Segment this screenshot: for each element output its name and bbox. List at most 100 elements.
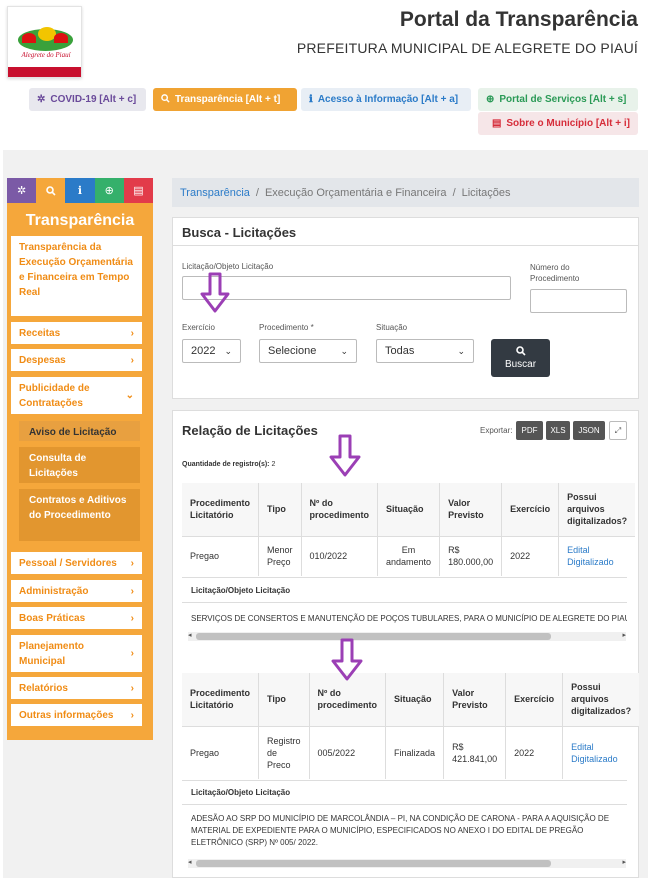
id-card-icon: ▤	[491, 118, 502, 129]
sidebar-subitem-contratos-aditivos[interactable]: Contratos e Aditivos do Procedimento	[19, 489, 140, 541]
cell-numero: 005/2022	[308, 725, 386, 779]
sidebar-subitem-consulta-licitacoes[interactable]: Consulta de Licitações	[19, 447, 140, 483]
edital-digitalizado-link[interactable]: Edital Digitalizado	[562, 725, 640, 779]
transparencia-nav-button[interactable]: Transparência [Alt + t]	[153, 88, 297, 111]
chevron-right-icon: ›	[130, 354, 134, 366]
sidebar-subitem-label: Aviso de Licitação	[29, 427, 117, 438]
chevron-right-icon: ›	[130, 557, 134, 569]
divider	[182, 780, 627, 781]
column-header: Possui arquivos digitalizados?	[558, 483, 636, 536]
scrollbar-thumb[interactable]	[196, 633, 551, 640]
chevron-right-icon: ›	[130, 585, 134, 597]
situacao-value: Todas	[385, 345, 415, 357]
horizontal-scrollbar[interactable]: ◂ ▸	[188, 859, 626, 868]
chevron-down-icon: ⌄	[125, 390, 134, 401]
sidebar-item-execucao-tempo-real[interactable]: Transparência da Execução Orçamentária e…	[11, 236, 142, 316]
sidebar-item-outras-informacoes[interactable]: Outras informações ›	[11, 704, 142, 726]
export-json-button[interactable]: JSON	[573, 421, 605, 440]
procedimento-select[interactable]: Selecione ⌄	[259, 339, 357, 363]
sidebar-title: Transparência	[25, 212, 135, 229]
scroll-right-icon[interactable]: ▸	[622, 858, 626, 866]
sobre-nav-label: Sobre o Município [Alt + i]	[506, 118, 630, 129]
results-card	[172, 410, 639, 878]
sidebar-item-label: Receitas	[19, 327, 61, 339]
globe-icon[interactable]: ⊕	[94, 178, 124, 203]
sidebar-item-planejamento-municipal[interactable]: Planejamento Municipal ›	[11, 635, 142, 672]
sidebar-item-publicidade-contratacoes[interactable]: Publicidade de Contratações ⌄	[11, 377, 142, 414]
scroll-right-icon[interactable]: ▸	[622, 631, 626, 639]
column-header: Situação	[377, 483, 440, 536]
sidebar-item-label: Pessoal / Servidores	[19, 557, 117, 569]
id-card-icon[interactable]: ▤	[123, 178, 154, 203]
portal-subtitle: PREFEITURA MUNICIPAL DE ALEGRETE DO PIAU…	[296, 40, 638, 56]
chevron-down-icon: ⌄	[457, 345, 465, 356]
annotation-down-arrow-icon	[329, 434, 361, 477]
column-header: Exercício	[501, 483, 559, 536]
sidebar-item-pessoal-servidores[interactable]: Pessoal / Servidores ›	[11, 552, 142, 574]
sobre-municipio-nav-button[interactable]: ▤ Sobre o Município [Alt + i]	[478, 112, 638, 135]
cell-situacao: Finalizada	[385, 725, 444, 779]
column-header: Tipo	[258, 483, 302, 536]
table-header-row: Procedimento Licitatório Tipo Nº do proc…	[182, 673, 640, 726]
municipality-logo[interactable]: Alegrete do Piauí	[7, 6, 82, 78]
horizontal-scrollbar[interactable]: ◂ ▸	[188, 632, 626, 641]
portal-title: Portal da Transparência	[399, 8, 638, 31]
chevron-down-icon: ⌄	[340, 345, 348, 356]
edital-digitalizado-link[interactable]: Edital Digitalizado	[558, 535, 636, 576]
export-label: Exportar:	[480, 426, 513, 435]
sidebar-subitem-aviso-licitacao[interactable]: Aviso de Licitação	[19, 421, 140, 441]
objeto-text: SERVIÇOS DE CONSERTOS E MANUTENÇÃO DE PO…	[191, 614, 627, 623]
transparencia-nav-label: Transparência [Alt + t]	[175, 94, 281, 105]
expand-icon[interactable]: ⤢	[609, 421, 627, 440]
info-icon[interactable]: ℹ	[65, 178, 95, 203]
cell-exercicio: 2022	[505, 725, 563, 779]
table-row: Pregao Menor Preço 010/2022 Em andamento…	[182, 535, 636, 576]
procedimento-value: Selecione	[268, 345, 317, 357]
record-count: Quantidade de registro(s): 2	[182, 461, 275, 468]
column-header: Valor Previsto	[439, 483, 502, 536]
cell-valor: R$ 421.841,00	[443, 725, 506, 779]
scroll-left-icon[interactable]: ◂	[188, 858, 192, 866]
cell-tipo: Menor Preço	[258, 535, 302, 576]
cell-exercicio: 2022	[501, 535, 559, 576]
breadcrumb-home-link[interactable]: Transparência	[180, 187, 250, 199]
situacao-select[interactable]: Todas ⌄	[376, 339, 474, 363]
export-xls-button[interactable]: XLS	[546, 421, 570, 440]
virus-icon[interactable]: ✲	[7, 178, 37, 203]
scrollbar-thumb[interactable]	[196, 860, 551, 867]
numero-procedimento-input[interactable]	[530, 289, 627, 313]
breadcrumb-current: Licitações	[461, 186, 511, 199]
objeto-label: Licitação/Objeto Licitação	[182, 262, 274, 271]
search-icon	[515, 346, 526, 359]
sidebar-item-label: Relatórios	[19, 682, 68, 694]
search-icon[interactable]	[36, 178, 66, 203]
export-pdf-button[interactable]: PDF	[516, 421, 543, 440]
licitacao-table-2: Procedimento Licitatório Tipo Nº do proc…	[182, 673, 640, 779]
portal-servicos-nav-button[interactable]: ⊕ Portal de Serviços [Alt + s]	[478, 88, 638, 111]
buscar-button[interactable]: Buscar	[491, 339, 550, 377]
objeto-input[interactable]	[182, 276, 511, 300]
breadcrumb-separator: /	[452, 186, 456, 199]
search-title: Busca - Licitações	[182, 225, 297, 240]
sidebar-item-administracao[interactable]: Administração ›	[11, 580, 142, 602]
cell-tipo: Registro de Preco	[258, 725, 310, 779]
scroll-left-icon[interactable]: ◂	[188, 631, 192, 639]
servicos-nav-label: Portal de Serviços [Alt + s]	[499, 94, 627, 105]
column-header: Exercício	[505, 673, 563, 726]
situacao-label: Situação	[376, 323, 408, 332]
column-header: Situação	[385, 673, 444, 726]
sidebar-item-receitas[interactable]: Receitas ›	[11, 322, 142, 344]
record-count-value: 2	[271, 461, 276, 468]
chevron-right-icon: ›	[130, 682, 134, 694]
sidebar-item-relatorios[interactable]: Relatórios ›	[11, 677, 142, 699]
column-header: Valor Previsto	[443, 673, 506, 726]
acesso-nav-label: Acesso à Informação [Alt + a]	[317, 94, 459, 105]
covid-nav-label: COVID-19 [Alt + c]	[50, 94, 137, 105]
exercicio-select[interactable]: 2022 ⌄	[182, 339, 241, 363]
acesso-informacao-nav-button[interactable]: ℹ Acesso à Informação [Alt + a]	[301, 88, 471, 111]
record-count-label: Quantidade de registro(s):	[182, 461, 270, 468]
covid-nav-button[interactable]: ✲ COVID-19 [Alt + c]	[29, 88, 146, 111]
sidebar-item-boas-praticas[interactable]: Boas Práticas ›	[11, 607, 142, 629]
sidebar-item-despesas[interactable]: Despesas ›	[11, 349, 142, 371]
cell-numero: 010/2022	[300, 535, 378, 576]
